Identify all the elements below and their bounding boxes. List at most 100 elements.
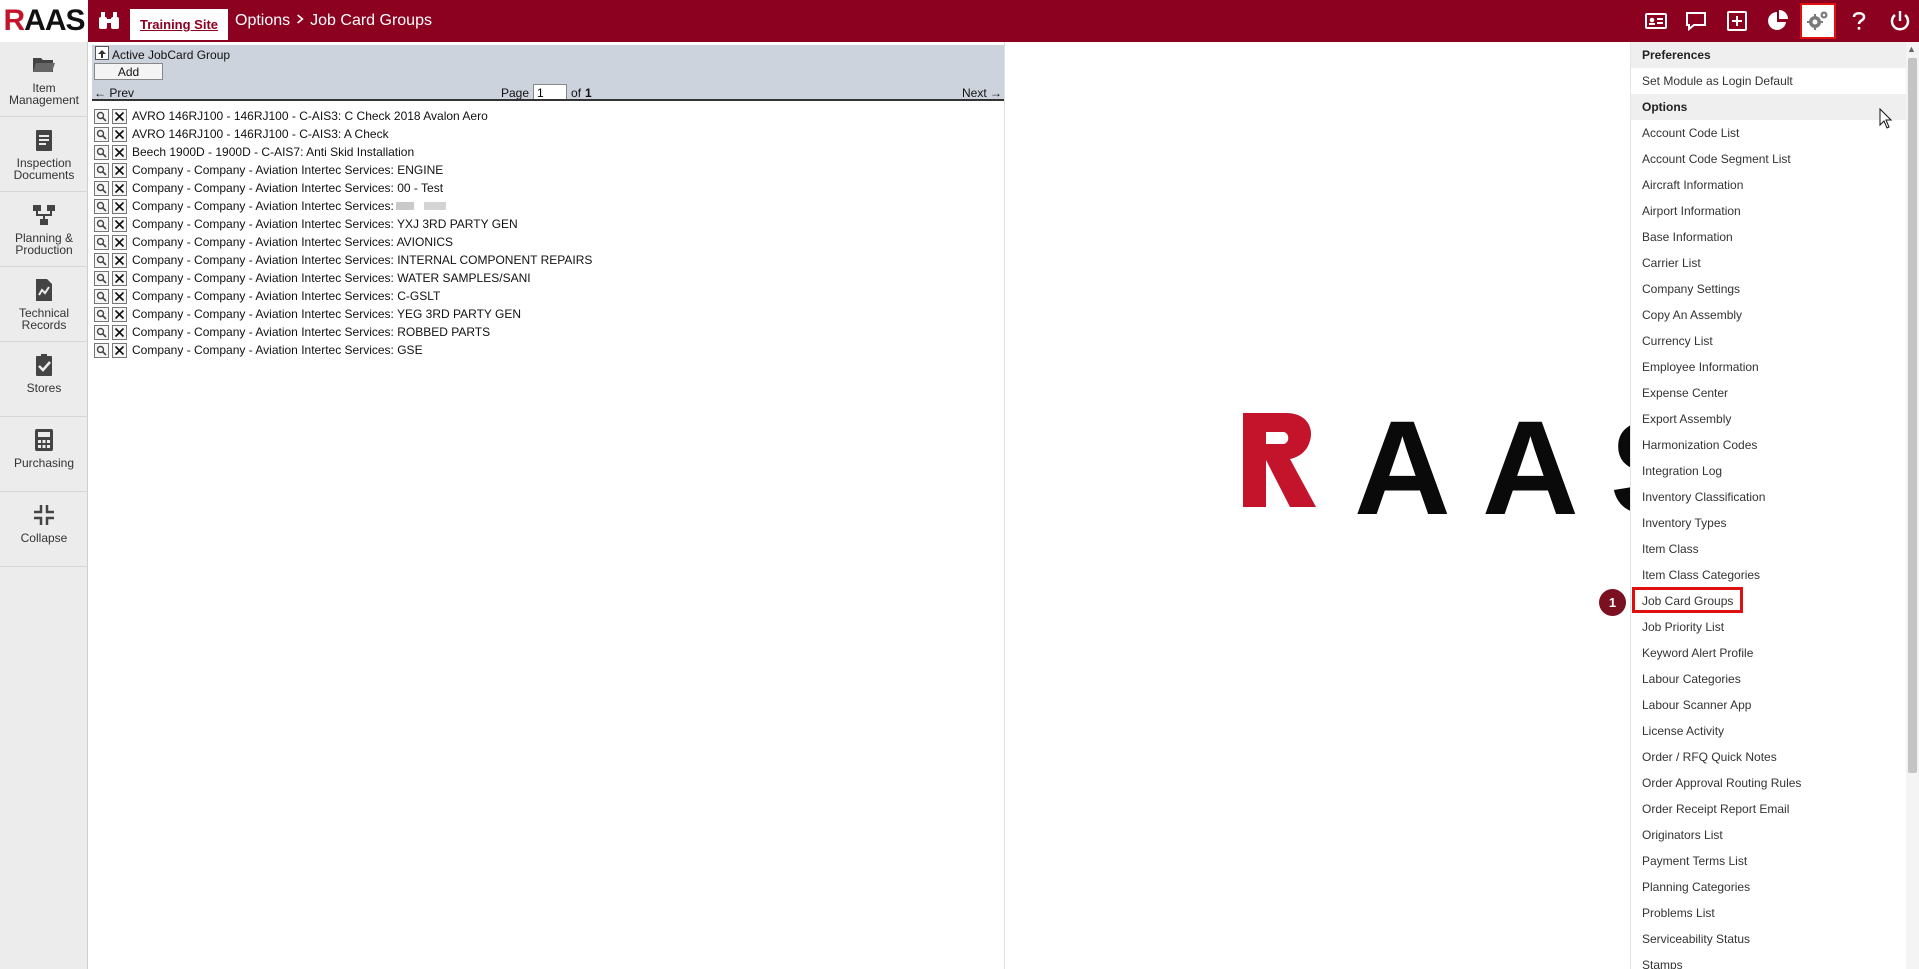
- row-label[interactable]: Company - Company - Aviation Intertec Se…: [132, 253, 592, 267]
- menu-item-harmonization-codes[interactable]: Harmonization Codes: [1631, 432, 1906, 458]
- sidebar-item-purchasing[interactable]: Purchasing: [0, 417, 88, 492]
- row-label[interactable]: Company - Company - Aviation Intertec Se…: [132, 181, 443, 195]
- row-label[interactable]: AVRO 146RJ100 - 146RJ100 - C-AIS3: C Che…: [132, 109, 488, 123]
- view-magnifier-icon[interactable]: [94, 252, 109, 268]
- menu-item-carrier-list[interactable]: Carrier List: [1631, 250, 1906, 276]
- delete-x-icon[interactable]: [112, 306, 127, 322]
- menu-item-item-class[interactable]: Item Class: [1631, 536, 1906, 562]
- delete-x-icon[interactable]: [112, 270, 127, 286]
- delete-x-icon[interactable]: [112, 216, 127, 232]
- delete-x-icon[interactable]: [112, 198, 127, 214]
- row-label[interactable]: Company - Company - Aviation Intertec Se…: [132, 271, 531, 285]
- delete-x-icon[interactable]: [112, 324, 127, 340]
- menu-item-currency-list[interactable]: Currency List: [1631, 328, 1906, 354]
- scroll-up-arrow-icon[interactable]: ▲: [1907, 44, 1916, 54]
- menu-item-account-code-list[interactable]: Account Code List: [1631, 120, 1906, 146]
- delete-x-icon[interactable]: [112, 162, 127, 178]
- row-label[interactable]: Company - Company - Aviation Intertec Se…: [132, 289, 440, 303]
- row-label[interactable]: Company - Company - Aviation Intertec Se…: [132, 343, 423, 357]
- delete-x-icon[interactable]: [112, 108, 127, 124]
- view-magnifier-icon[interactable]: [94, 306, 109, 322]
- add-box-icon[interactable]: [1720, 4, 1754, 38]
- menu-item-copy-an-assembly[interactable]: Copy An Assembly: [1631, 302, 1906, 328]
- row-label[interactable]: Company - Company - Aviation Intertec Se…: [132, 163, 443, 177]
- add-button[interactable]: Add: [94, 63, 163, 80]
- row-label[interactable]: Company - Company - Aviation Intertec Se…: [132, 307, 521, 321]
- up-level-icon[interactable]: [95, 46, 109, 60]
- menu-item-order-rfq-quick-notes[interactable]: Order / RFQ Quick Notes: [1631, 744, 1906, 770]
- menu-item-item-class-categories[interactable]: Item Class Categories: [1631, 562, 1906, 588]
- chat-icon[interactable]: [1679, 4, 1713, 38]
- sidebar-item-item-management[interactable]: Item Management: [0, 42, 88, 117]
- delete-x-icon[interactable]: [112, 288, 127, 304]
- row-label[interactable]: Company - Company - Aviation Intertec Se…: [132, 235, 453, 249]
- view-magnifier-icon[interactable]: [94, 108, 109, 124]
- contact-card-icon[interactable]: [1639, 4, 1673, 38]
- settings-icon[interactable]: [1800, 3, 1836, 39]
- view-magnifier-icon[interactable]: [94, 270, 109, 286]
- training-site-tab[interactable]: Training Site: [130, 9, 229, 40]
- menu-item-labour-categories[interactable]: Labour Categories: [1631, 666, 1906, 692]
- view-magnifier-icon[interactable]: [94, 288, 109, 304]
- menu-item-company-settings[interactable]: Company Settings: [1631, 276, 1906, 302]
- dropdown-scrollbar-thumb[interactable]: [1908, 58, 1917, 773]
- delete-x-icon[interactable]: [112, 180, 127, 196]
- delete-x-icon[interactable]: [112, 144, 127, 160]
- prev-page-link[interactable]: ← Prev: [94, 86, 134, 100]
- view-magnifier-icon[interactable]: [94, 162, 109, 178]
- view-magnifier-icon[interactable]: [94, 198, 109, 214]
- delete-x-icon[interactable]: [112, 234, 127, 250]
- sidebar-collapse-button[interactable]: Collapse: [0, 492, 88, 567]
- menu-item-planning-categories[interactable]: Planning Categories: [1631, 874, 1906, 900]
- view-magnifier-icon[interactable]: [94, 144, 109, 160]
- menu-item-labour-scanner-app[interactable]: Labour Scanner App: [1631, 692, 1906, 718]
- view-magnifier-icon[interactable]: [94, 216, 109, 232]
- menu-item-export-assembly[interactable]: Export Assembly: [1631, 406, 1906, 432]
- view-magnifier-icon[interactable]: [94, 342, 109, 358]
- menu-item-keyword-alert-profile[interactable]: Keyword Alert Profile: [1631, 640, 1906, 666]
- menu-item-inventory-classification[interactable]: Inventory Classification: [1631, 484, 1906, 510]
- menu-item-serviceability-status[interactable]: Serviceability Status: [1631, 926, 1906, 952]
- menu-item-order-receipt-report-email[interactable]: Order Receipt Report Email: [1631, 796, 1906, 822]
- app-logo[interactable]: RAAS: [0, 0, 88, 42]
- menu-item-payment-terms-list[interactable]: Payment Terms List: [1631, 848, 1906, 874]
- row-label[interactable]: Beech 1900D - 1900D - C-AIS7: Anti Skid …: [132, 145, 414, 159]
- next-page-link[interactable]: Next →: [962, 86, 1002, 100]
- menu-item-base-information[interactable]: Base Information: [1631, 224, 1906, 250]
- help-icon[interactable]: [1842, 4, 1876, 38]
- view-magnifier-icon[interactable]: [94, 234, 109, 250]
- menu-item-inventory-types[interactable]: Inventory Types: [1631, 510, 1906, 536]
- delete-x-icon[interactable]: [112, 126, 127, 142]
- menu-item-account-code-segment-list[interactable]: Account Code Segment List: [1631, 146, 1906, 172]
- menu-item-set-module-as-login-default[interactable]: Set Module as Login Default: [1631, 68, 1906, 94]
- pie-chart-icon[interactable]: [1761, 4, 1795, 38]
- menu-item-problems-list[interactable]: Problems List: [1631, 900, 1906, 926]
- view-magnifier-icon[interactable]: [94, 180, 109, 196]
- menu-item-originators-list[interactable]: Originators List: [1631, 822, 1906, 848]
- row-label[interactable]: Company - Company - Aviation Intertec Se…: [132, 325, 490, 339]
- row-label[interactable]: AVRO 146RJ100 - 146RJ100 - C-AIS3: A Che…: [132, 127, 389, 141]
- view-magnifier-icon[interactable]: [94, 126, 109, 142]
- delete-x-icon[interactable]: [112, 342, 127, 358]
- binoculars-icon[interactable]: [96, 8, 122, 34]
- delete-x-icon[interactable]: [112, 252, 127, 268]
- row-label[interactable]: Company - Company - Aviation Intertec Se…: [132, 199, 394, 213]
- menu-item-job-priority-list[interactable]: Job Priority List: [1631, 614, 1906, 640]
- sidebar-item-inspection-documents[interactable]: Inspection Documents: [0, 117, 88, 192]
- power-icon[interactable]: [1883, 4, 1917, 38]
- training-site-label[interactable]: Training Site: [140, 17, 218, 32]
- sidebar-item-stores[interactable]: Stores: [0, 342, 88, 417]
- breadcrumb-section[interactable]: Options: [235, 12, 290, 30]
- menu-item-employee-information[interactable]: Employee Information: [1631, 354, 1906, 380]
- row-label[interactable]: Company - Company - Aviation Intertec Se…: [132, 217, 518, 231]
- menu-item-integration-log[interactable]: Integration Log: [1631, 458, 1906, 484]
- menu-item-expense-center[interactable]: Expense Center: [1631, 380, 1906, 406]
- menu-item-airport-information[interactable]: Airport Information: [1631, 198, 1906, 224]
- sidebar-item-technical-records[interactable]: Technical Records: [0, 267, 88, 342]
- menu-item-order-approval-routing-rules[interactable]: Order Approval Routing Rules: [1631, 770, 1906, 796]
- menu-item-license-activity[interactable]: License Activity: [1631, 718, 1906, 744]
- menu-item-aircraft-information[interactable]: Aircraft Information: [1631, 172, 1906, 198]
- sidebar-item-planning-production[interactable]: Planning & Production: [0, 192, 88, 267]
- menu-item-stamps[interactable]: Stamps: [1631, 952, 1906, 969]
- view-magnifier-icon[interactable]: [94, 324, 109, 340]
